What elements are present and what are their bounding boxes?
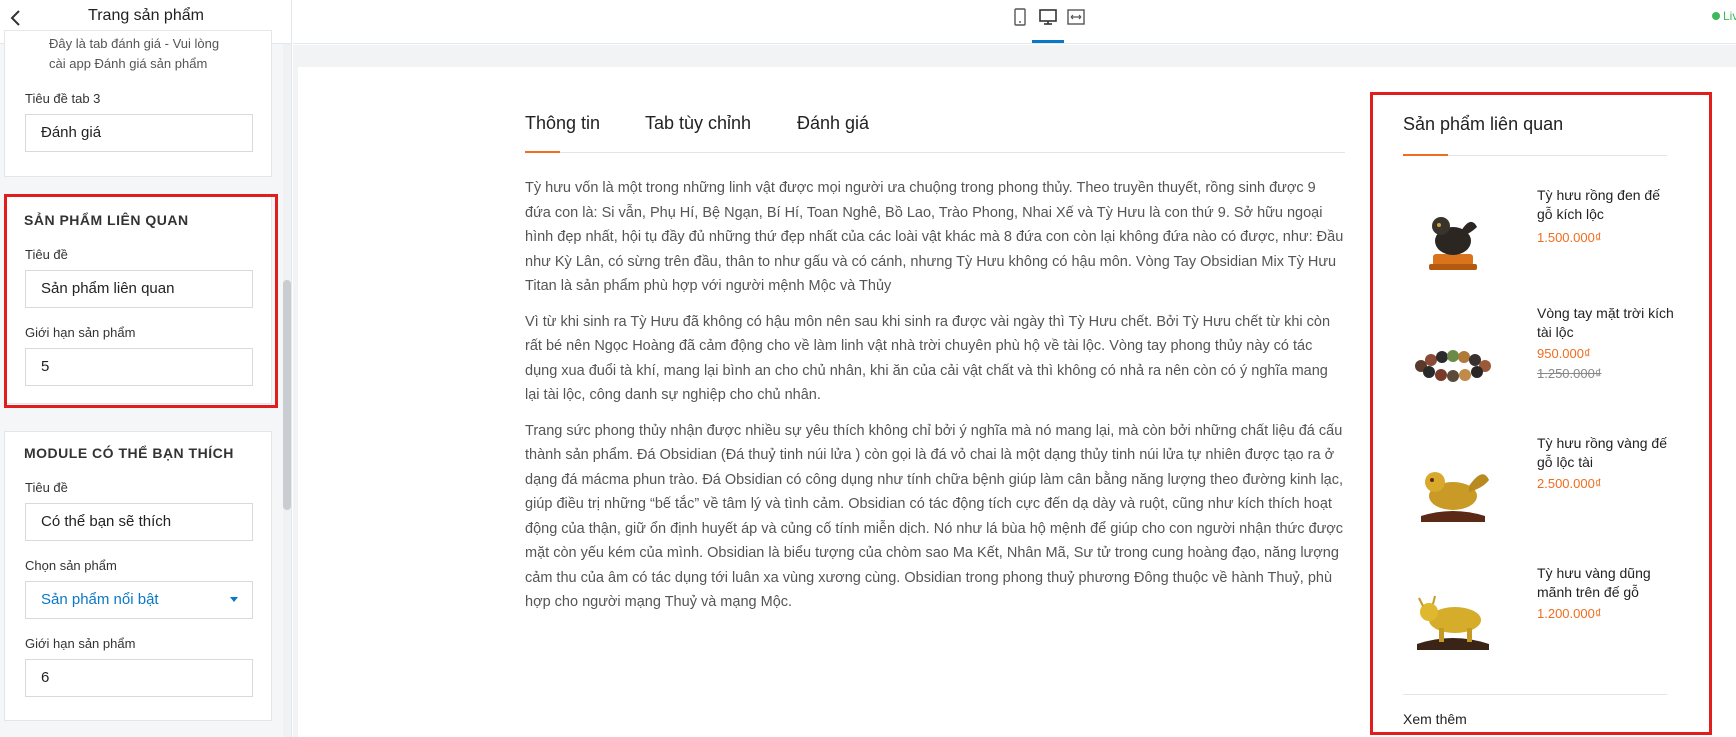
text-line: đứa con là: Si vẫn, Phụ Hí, Bệ Ngạn, Bí … xyxy=(525,204,1323,221)
scrollbar-thumb[interactable] xyxy=(283,280,291,510)
product-description: Tỳ hưu vốn là một trong những linh vật đ… xyxy=(525,176,1370,626)
text-line: lại tài lộc, công danh sự nghiệp cho chủ… xyxy=(525,387,821,403)
suggested-module-card: MODULE CÓ THỂ BẠN THÍCH Tiêu đề Có thể b… xyxy=(4,431,272,721)
text-line: giúp điều trị những “bế tắc” về tâm lý v… xyxy=(525,496,1332,512)
active-device-indicator xyxy=(1032,40,1064,43)
live-status-dot xyxy=(1712,12,1720,20)
tab-info[interactable]: Thông tin xyxy=(525,113,600,134)
tab-reviews[interactable]: Đánh giá xyxy=(797,113,869,134)
settings-sidebar: Trang sản phẩm Đây là tab đánh giá - Vui… xyxy=(0,0,292,737)
highlight-box-sidebar xyxy=(4,194,278,408)
chevron-down-icon xyxy=(230,597,238,602)
helper-text: Đây là tab đánh giá - Vui lòng cài app Đ… xyxy=(49,34,219,74)
preview-topbar: Live xyxy=(293,0,1736,44)
text-line: như Kỳ Lân, có sừng trên đầu, thân to nh… xyxy=(525,253,1337,270)
sidebar-title: Trang sản phẩm xyxy=(88,7,204,24)
text-line: Trang sức phong thủy nhận được nhiều sự … xyxy=(525,422,1343,439)
product-tabs: Thông tin Tab tùy chỉnh Đánh giá xyxy=(525,113,1345,153)
description-paragraph: Tỳ hưu vốn là một trong những linh vật đ… xyxy=(525,176,1370,299)
text-line: mặt còn yếu kém của mình. Obsidian là bi… xyxy=(525,545,1339,561)
helper-line-1: Đây là tab đánh giá - Vui lòng xyxy=(49,36,220,51)
module-title-input[interactable]: Có thể bạn sẽ thích xyxy=(25,503,253,541)
highlight-box-preview xyxy=(1370,92,1712,735)
tab3-title-input[interactable]: Đánh giá xyxy=(25,114,253,152)
helper-line-2: cài app Đánh giá sản phẩm xyxy=(49,56,208,71)
desktop-icon[interactable] xyxy=(1038,7,1058,27)
text-line: Vì từ khi sinh ra Tỳ Hưu đã không có hậu… xyxy=(525,313,1331,330)
sidebar-scrollbar[interactable] xyxy=(283,44,291,737)
module-limit-input[interactable]: 6 xyxy=(25,659,253,697)
text-line: hình đẹp nhất, hội tụ đầy đủ những thứ đ… xyxy=(525,229,1344,245)
module-title-label: Tiêu đề xyxy=(25,480,68,495)
text-line: dạng đá mácma phun trào. Đá Obsidian có … xyxy=(525,471,1344,488)
suggested-module-heading: MODULE CÓ THỂ BẠN THÍCH xyxy=(24,445,234,461)
text-line: động của thận, giữ ổn định huyết áp và c… xyxy=(525,520,1344,537)
text-line: dụng xua đuổi tà khí, mang lại bình an c… xyxy=(525,362,1328,379)
module-select-label: Chọn sản phẩm xyxy=(25,558,117,573)
text-line: Titan là sản phẩm phù hợp với người mệnh… xyxy=(525,278,892,294)
description-paragraph: Trang sức phong thủy nhận được nhiều sự … xyxy=(525,419,1370,615)
module-select-value: Sản phẩm nổi bật xyxy=(41,591,159,608)
module-product-select[interactable]: Sản phẩm nổi bật xyxy=(25,581,253,619)
description-paragraph: Vì từ khi sinh ra Tỳ Hưu đã không có hậu… xyxy=(525,310,1370,408)
text-line: rất bé nên Ngọc Hoàng đã cảm động cho về… xyxy=(525,338,1313,354)
text-line: Tỳ hưu vốn là một trong những linh vật đ… xyxy=(525,180,1316,196)
tab-settings-card: Đây là tab đánh giá - Vui lòng cài app Đ… xyxy=(4,30,272,177)
tab3-title-label: Tiêu đề tab 3 xyxy=(25,91,101,106)
module-limit-label: Giới hạn sản phẩm xyxy=(25,636,136,651)
text-line: hợp cho người mạng Thuỷ và mạng Mộc. xyxy=(525,594,793,610)
fullwidth-icon[interactable] xyxy=(1066,7,1086,27)
active-tab-underline xyxy=(525,151,560,153)
live-status-text: Live xyxy=(1723,9,1736,23)
text-line: cảm thu của âm có tác dụng tới luân xa v… xyxy=(525,569,1333,586)
text-line: thành sản phẩm. Đá Obsidian (Đá thuỷ tin… xyxy=(525,447,1335,463)
tab-custom[interactable]: Tab tùy chỉnh xyxy=(645,113,751,134)
mobile-icon[interactable] xyxy=(1010,7,1030,27)
